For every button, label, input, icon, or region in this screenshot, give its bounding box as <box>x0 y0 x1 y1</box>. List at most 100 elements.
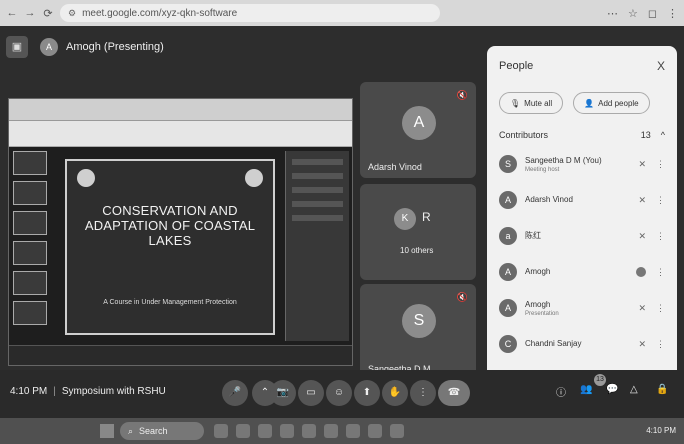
people-icon[interactable]: 👥 <box>580 384 592 395</box>
participant-text: Chandni Sanjay <box>525 339 630 350</box>
participant-avatar: A <box>499 299 517 317</box>
apps-icon[interactable]: ▣ <box>6 36 28 58</box>
participant-avatar: C <box>499 335 517 353</box>
participant-row[interactable]: S Sangeetha D M (You) Meeting host ✕ ⋮ <box>487 146 677 182</box>
share-side-panel <box>285 151 349 341</box>
bookmark-star-icon[interactable]: ☆ <box>628 7 638 20</box>
browser-actions: ⋯ ☆ ◻ ⋮ <box>607 7 678 20</box>
participant-icons: ⋮ <box>636 267 665 278</box>
participant-row[interactable]: C Chandni Sanjay ✕ ⋮ <box>487 326 677 362</box>
participant-tile[interactable]: S 🔇 Sangeetha D M <box>360 284 476 380</box>
taskbar-app-icon[interactable] <box>390 424 404 438</box>
more-options-icon[interactable]: ⋮ <box>656 339 665 350</box>
taskbar-app-icon[interactable] <box>214 424 228 438</box>
add-people-label: Add people <box>598 98 639 108</box>
taskbar-app-icon[interactable] <box>324 424 338 438</box>
taskbar-app-icon[interactable] <box>368 424 382 438</box>
participant-name: Amogh <box>525 299 551 309</box>
participant-avatar: A <box>402 106 436 140</box>
participant-name: Chandni Sanjay <box>525 338 582 348</box>
participant-avatar: A <box>499 263 517 281</box>
slide-subtitle: A Course in Under Management Protection <box>103 299 237 306</box>
present-button[interactable]: ⬆ <box>354 380 380 406</box>
browser-toolbar: ← → ⟳ ⚙ meet.google.com/xyz-qkn-software… <box>0 0 684 26</box>
taskbar-search[interactable]: ⌕ Search <box>120 422 204 440</box>
menu-kebab-icon[interactable]: ⋮ <box>667 7 678 20</box>
meeting-controls-bar: 4:10 PM | Symposium with RSHU 🎤 ⌃ 📷 ▭ ☺ ⬆ … <box>0 370 684 418</box>
mic-off-icon: ✕ <box>638 194 646 205</box>
activities-icon[interactable]: △ <box>630 384 638 395</box>
refresh-icon[interactable]: ⟳ <box>42 7 54 20</box>
url-text: meet.google.com/xyz-qkn-software <box>82 7 238 19</box>
participant-count-badge: 13 <box>594 374 606 386</box>
meet-stage: ▣ A Amogh (Presenting) CONSERVATION AND … <box>0 26 684 418</box>
taskbar-search-label: Search <box>139 426 168 436</box>
meeting-info: 4:10 PM | Symposium with RSHU <box>10 386 166 397</box>
raise-hand-button[interactable]: ✋ <box>382 380 408 406</box>
contributors-section-header[interactable]: Contributors 13 ^ <box>487 120 677 146</box>
participant-role: Presentation <box>525 310 559 317</box>
more-options-icon[interactable]: ⋮ <box>656 159 665 170</box>
participant-avatar: a <box>499 227 517 245</box>
site-info-icon[interactable]: ⚙ <box>68 8 76 19</box>
participant-row[interactable]: A Amogh ⋮ <box>487 254 677 290</box>
mic-off-icon: ✕ <box>638 230 646 241</box>
share-window-toolbar <box>9 99 352 121</box>
participant-avatar: S <box>402 304 436 338</box>
others-label: 10 others <box>400 246 434 255</box>
participant-name: Sangeetha D M (You) <box>525 155 602 165</box>
more-options-icon[interactable]: ⋮ <box>656 303 665 314</box>
mute-all-label: Mute all <box>524 98 553 108</box>
participant-row[interactable]: A Amogh Presentation ✕ ⋮ <box>487 290 677 326</box>
participant-row[interactable]: a 陈红 ✕ ⋮ <box>487 218 677 254</box>
participant-text: Sangeetha D M (You) Meeting host <box>525 156 630 173</box>
tab-icon[interactable]: ◻ <box>648 7 657 20</box>
participant-name: Adarsh Vinod <box>525 194 573 204</box>
participant-text: Amogh <box>525 267 628 278</box>
slide-thumbnail <box>13 241 47 265</box>
captions-button[interactable]: ▭ <box>298 380 324 406</box>
participant-tile[interactable]: A 🔇 Adarsh Vinod <box>360 82 476 178</box>
taskbar-app-icon[interactable] <box>236 424 250 438</box>
more-options-icon[interactable]: ⋮ <box>656 231 665 242</box>
mic-off-icon: 🔇 <box>456 292 468 302</box>
reactions-button[interactable]: ☺ <box>326 380 352 406</box>
host-controls-icon[interactable]: 🔒 <box>656 384 668 395</box>
leave-call-button[interactable]: ☎ <box>438 380 470 406</box>
search-icon: ⌕ <box>128 425 134 436</box>
presenting-header: A Amogh (Presenting) <box>40 38 164 56</box>
panel-line <box>292 187 343 193</box>
more-options-icon[interactable]: ⋮ <box>656 267 665 278</box>
contributors-meta: 13 ^ <box>641 130 665 140</box>
taskbar-app-icon[interactable] <box>302 424 316 438</box>
back-icon[interactable]: ← <box>6 7 18 19</box>
add-person-icon: 👤 <box>584 98 595 108</box>
panel-line <box>292 215 343 221</box>
more-options-button[interactable]: ⋮ <box>410 380 436 406</box>
people-actions: 🎙 Mute all 👤 Add people <box>487 86 677 120</box>
microphone-button[interactable]: 🎤 <box>222 380 248 406</box>
people-title: People <box>499 60 534 72</box>
address-bar[interactable]: ⚙ meet.google.com/xyz-qkn-software <box>60 4 440 22</box>
panel-line <box>292 201 343 207</box>
others-tile[interactable]: K R 10 others <box>360 184 476 280</box>
meeting-details-icon[interactable]: ⓘ <box>556 384 566 399</box>
taskbar-clock: 4:10 PM <box>646 426 676 435</box>
add-people-button[interactable]: 👤 Add people <box>573 92 650 114</box>
extensions-icon[interactable]: ⋯ <box>607 7 618 20</box>
start-menu-icon[interactable] <box>100 424 114 438</box>
slide-thumbnail <box>13 181 47 205</box>
forward-icon[interactable]: → <box>24 7 36 19</box>
chevron-up-icon[interactable]: ^ <box>661 130 665 140</box>
mute-all-button[interactable]: 🎙 Mute all <box>499 92 564 114</box>
participant-row[interactable]: A Adarsh Vinod ✕ ⋮ <box>487 182 677 218</box>
taskbar-app-icon[interactable] <box>280 424 294 438</box>
participant-icons: ✕ ⋮ <box>638 303 665 314</box>
presenting-label: Amogh (Presenting) <box>66 41 164 53</box>
close-icon[interactable]: X <box>657 59 665 73</box>
more-options-icon[interactable]: ⋮ <box>656 195 665 206</box>
taskbar-app-icon[interactable] <box>346 424 360 438</box>
chat-icon[interactable]: 💬 <box>606 384 618 395</box>
camera-button[interactable]: 📷 <box>270 380 296 406</box>
taskbar-app-icon[interactable] <box>258 424 272 438</box>
